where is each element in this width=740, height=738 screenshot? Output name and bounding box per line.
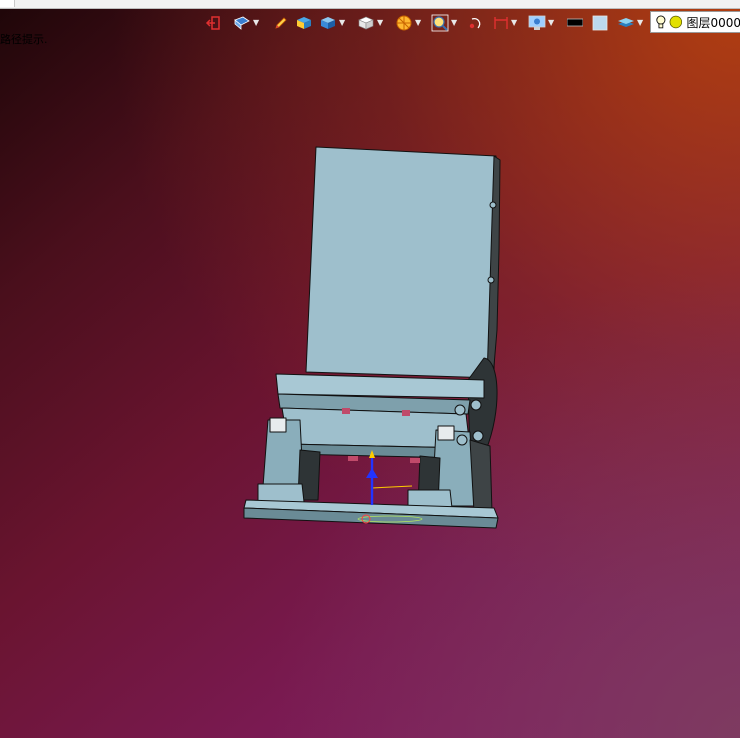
display-mode-icon: [528, 15, 546, 30]
view-orient-icon: [234, 16, 250, 30]
seat-frame-top: [275, 373, 485, 399]
measure-icon: [494, 17, 508, 29]
solid-box-icon: [321, 17, 335, 29]
pencil-icon: [275, 17, 287, 29]
title-bar-strip: [0, 0, 740, 9]
connector-detail: [402, 410, 410, 416]
chevron-down-icon: ▼: [377, 18, 384, 27]
layers-button[interactable]: ▼: [617, 12, 643, 34]
view-cube-button[interactable]: ▼: [357, 12, 383, 34]
rotate-point-icon: [469, 17, 481, 29]
side-hole: [456, 434, 468, 446]
layer-selector[interactable]: 图层0000: [650, 11, 740, 33]
connector-detail: [348, 456, 358, 461]
left-foot: [257, 483, 305, 503]
section-icon: [396, 15, 412, 31]
chair-3d-model[interactable]: [0, 0, 740, 738]
axis-x: [371, 485, 413, 489]
shaded-box-icon: [297, 17, 311, 29]
view-orient-button[interactable]: ▼: [233, 12, 259, 34]
layer-color-icon: [669, 15, 682, 29]
chevron-down-icon: ▼: [548, 18, 555, 27]
right-support-cap: [437, 425, 455, 441]
lightbulb-icon: [656, 15, 666, 29]
side-hole: [487, 276, 495, 284]
rotate-point-button[interactable]: [468, 12, 484, 34]
zoom-icon: [431, 14, 449, 32]
plain-square-icon: [592, 15, 608, 31]
sketch-button[interactable]: [273, 12, 289, 34]
connector-detail: [342, 408, 350, 414]
seat-back-panel: [305, 146, 497, 379]
side-hole: [472, 430, 484, 442]
axis-y-arrow: [366, 468, 378, 478]
chevron-down-icon: ▼: [451, 18, 458, 27]
status-message: 路径提示.: [0, 33, 48, 46]
solid-button[interactable]: ▼: [319, 12, 345, 34]
background-plain-button[interactable]: [592, 12, 608, 34]
chevron-down-icon: ▼: [415, 18, 422, 27]
side-hole: [454, 404, 466, 416]
exit-button[interactable]: [205, 12, 221, 34]
connector-detail: [410, 458, 420, 463]
right-outer-strut: [469, 439, 493, 513]
white-cube-icon: [358, 16, 374, 30]
measure-button[interactable]: ▼: [493, 12, 517, 34]
chevron-down-icon: ▼: [253, 18, 260, 27]
chevron-down-icon: ▼: [637, 18, 644, 27]
side-hole: [489, 201, 497, 209]
zoom-button[interactable]: ▼: [431, 12, 457, 34]
left-support-cap: [269, 417, 287, 433]
display-mode-button[interactable]: ▼: [528, 12, 554, 34]
shaded-button[interactable]: [295, 12, 313, 34]
black-bar-icon: [567, 18, 583, 27]
chevron-down-icon: ▼: [339, 18, 346, 27]
section-button[interactable]: ▼: [395, 12, 421, 34]
title-bar-corner: [0, 0, 15, 7]
layer-stack-icon: [618, 18, 634, 27]
side-hole: [470, 399, 482, 411]
exit-icon: [205, 16, 220, 30]
background-black-button[interactable]: [567, 12, 583, 34]
chevron-down-icon: ▼: [511, 18, 518, 27]
layer-label: 图层0000: [686, 15, 740, 30]
